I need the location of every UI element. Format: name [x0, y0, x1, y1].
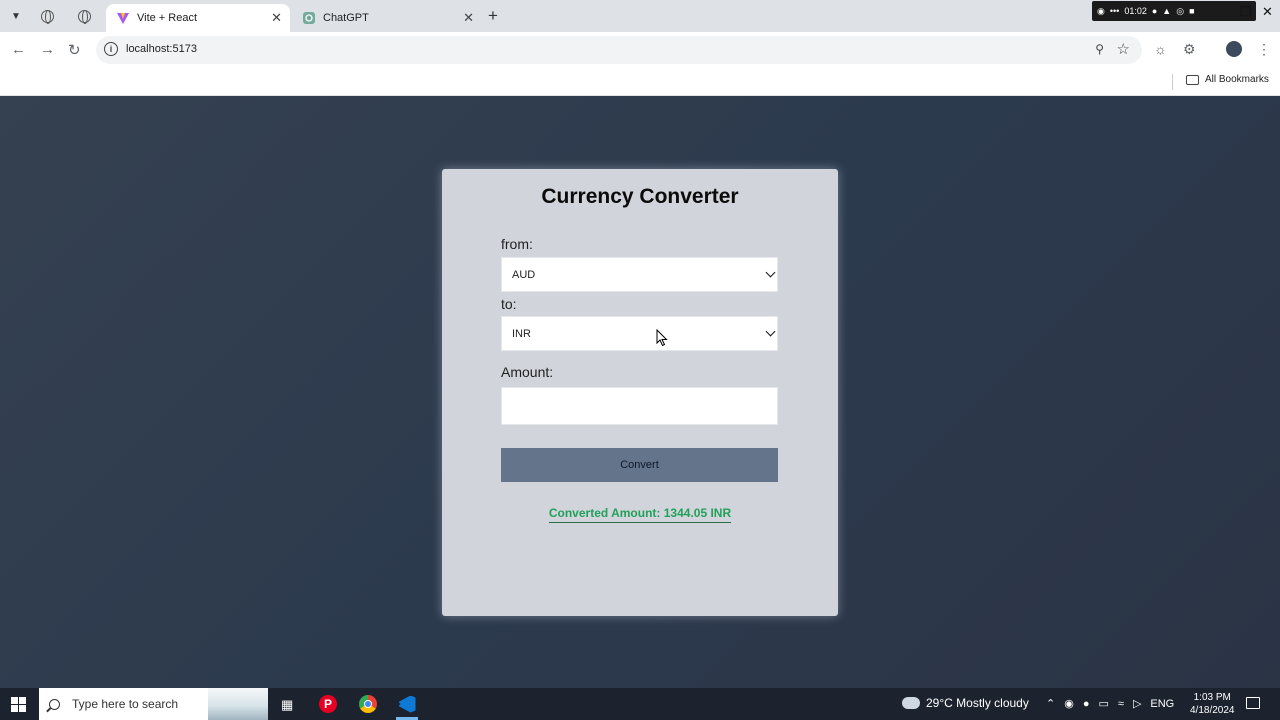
clock[interactable]: 1:03 PM 4/18/2024: [1190, 691, 1235, 717]
divider: [1172, 74, 1173, 90]
recording-tray: ◉ ••• 01:02 ● ▲ ◎ ■: [1092, 1, 1256, 21]
new-tab-button[interactable]: +: [488, 6, 498, 26]
chevron-down-icon: ▼: [11, 10, 21, 22]
task-view-icon[interactable]: ▦: [281, 697, 293, 713]
chrome-app[interactable]: [359, 695, 377, 713]
notification-icon[interactable]: [1246, 697, 1260, 709]
from-selected-value: AUD: [512, 268, 536, 281]
page-title: Currency Converter: [541, 185, 739, 208]
pinterest-app[interactable]: P: [319, 695, 337, 713]
close-icon[interactable]: ✕: [463, 10, 474, 26]
windows-start-icon[interactable]: [11, 697, 26, 712]
url-text[interactable]: localhost:5173: [126, 43, 197, 55]
convert-button[interactable]: Convert: [501, 448, 778, 482]
converter-card: Currency Converter from: AUD to: INR Amo…: [442, 169, 838, 616]
extension-icon[interactable]: ☼: [1154, 41, 1167, 57]
system-tray: ⌃ ◉ ● ▭ ≈ ▷ ENG: [1046, 697, 1174, 711]
clock-date: 4/18/2024: [1190, 705, 1235, 716]
profile-avatar[interactable]: [1226, 41, 1242, 57]
stop-icon[interactable]: ■: [1189, 6, 1194, 16]
puzzle-icon[interactable]: ⚙: [1183, 41, 1196, 58]
more-icon[interactable]: •••: [1110, 6, 1119, 16]
menu-kebab-icon[interactable]: ⋮: [1257, 41, 1271, 58]
converted-amount: Converted Amount: 1344.05 INR: [442, 506, 838, 523]
chevron-down-icon: [765, 326, 776, 337]
browser-toolbar: ← → ↻ i localhost:5173 ⚲ ☆ ☼ ⚙ ⋮: [0, 32, 1280, 68]
vscode-app[interactable]: [398, 695, 416, 713]
globe-icon: [77, 9, 91, 24]
all-bookmarks-button[interactable]: All Bookmarks: [1186, 74, 1269, 85]
converted-amount-text: Converted Amount: 1344.05 INR: [548, 506, 732, 523]
amount-label: Amount:: [501, 364, 554, 380]
camera-icon[interactable]: ◉: [1097, 6, 1105, 17]
address-bar[interactable]: i localhost:5173 ⚲ ☆: [96, 36, 1142, 64]
volume-muted-icon[interactable]: ▷: [1133, 697, 1141, 710]
from-currency-select[interactable]: AUD: [501, 257, 778, 292]
battery-icon[interactable]: ▭: [1098, 697, 1108, 710]
chevron-down-icon: [765, 267, 776, 278]
pinned-tab-1[interactable]: [38, 7, 56, 25]
chatgpt-icon: [302, 11, 316, 25]
all-bookmarks-label: All Bookmarks: [1205, 74, 1269, 85]
chevron-up-icon[interactable]: ⌃: [1046, 697, 1055, 710]
restore-icon[interactable]: ❐: [1240, 4, 1252, 20]
taskbar-search-placeholder: Type here to search: [72, 697, 179, 711]
cloud-icon: [902, 692, 920, 709]
record-icon[interactable]: ◎: [1176, 6, 1184, 17]
page-content: Currency Converter from: AUD to: INR Amo…: [0, 96, 1280, 688]
zoom-icon[interactable]: ⚲: [1095, 42, 1104, 56]
weather-text: 29°C Mostly cloudy: [926, 696, 1029, 710]
mouse-cursor-icon: [656, 328, 668, 347]
windows-taskbar: Type here to search ▦ P 29°C Mostly clou…: [0, 688, 1280, 720]
to-label: to:: [501, 296, 517, 312]
globe-icon: [40, 9, 54, 24]
search-icon: [49, 698, 60, 710]
vscode-icon: [398, 695, 416, 713]
chrome-icon: [359, 695, 377, 713]
folder-icon: [1186, 74, 1199, 85]
search-highlight-image: [208, 688, 268, 720]
tab-title: ChatGPT: [323, 12, 369, 24]
bookmark-star-icon[interactable]: ☆: [1117, 40, 1130, 58]
amount-input[interactable]: [501, 387, 778, 425]
camera-tray-icon[interactable]: ◉: [1064, 697, 1074, 710]
bookmarks-bar: All Bookmarks: [0, 68, 1280, 96]
pinterest-icon: P: [319, 695, 337, 713]
wifi-icon[interactable]: ≈: [1118, 698, 1124, 710]
tab-search-button[interactable]: ▼: [6, 6, 26, 26]
back-icon[interactable]: ←: [11, 41, 26, 58]
tab-title: Vite + React: [137, 12, 198, 24]
close-icon[interactable]: ✕: [271, 10, 282, 26]
site-info-icon[interactable]: i: [104, 42, 118, 56]
from-label: from:: [501, 236, 533, 252]
to-currency-select[interactable]: INR: [501, 316, 778, 351]
forward-icon[interactable]: →: [40, 41, 55, 58]
tab-vite-react[interactable]: Vite + React ✕: [106, 4, 290, 32]
reload-icon[interactable]: ↻: [68, 41, 81, 59]
vite-icon: [116, 11, 130, 25]
close-window-icon[interactable]: ✕: [1262, 4, 1273, 20]
weather-widget[interactable]: 29°C Mostly cloudy: [902, 692, 1029, 710]
language-indicator[interactable]: ENG: [1150, 698, 1174, 710]
browser-tabstrip: ▼ Vite + React ✕ ChatGPT ✕ + ◉ ••• 01:02…: [0, 0, 1280, 32]
tab-chatgpt[interactable]: ChatGPT ✕: [292, 4, 482, 32]
pinned-tab-2[interactable]: [75, 7, 93, 25]
taskbar-search-box[interactable]: Type here to search: [39, 688, 268, 720]
mic-icon[interactable]: ●: [1152, 6, 1157, 16]
tray-time: 01:02: [1124, 6, 1147, 16]
speaker-icon[interactable]: ▲: [1162, 6, 1171, 16]
to-selected-value: INR: [512, 327, 531, 340]
clock-time: 1:03 PM: [1193, 692, 1231, 703]
mic-tray-icon[interactable]: ●: [1083, 698, 1090, 710]
